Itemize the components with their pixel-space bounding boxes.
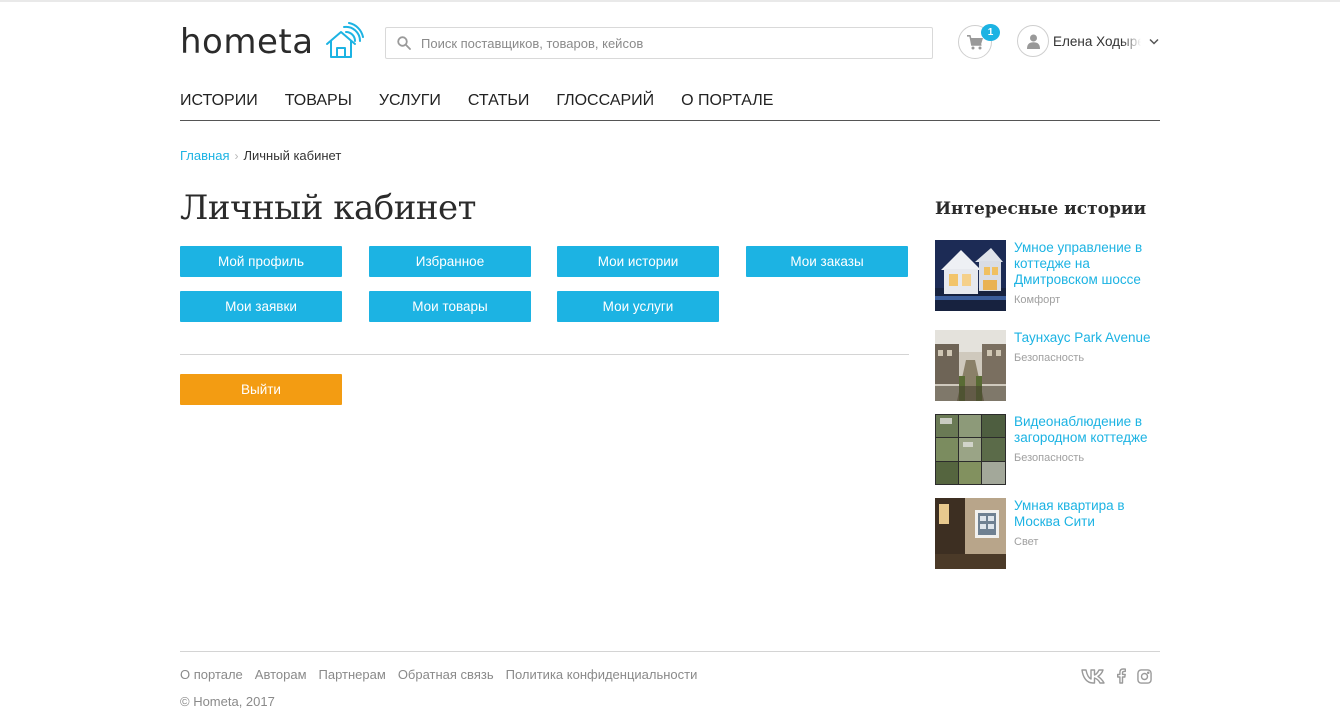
facebook-link[interactable] <box>1114 667 1128 685</box>
story-thumbnail[interactable] <box>935 240 1006 311</box>
user-name[interactable]: Елена Ходырева <box>1053 34 1141 49</box>
search-input[interactable] <box>421 35 901 51</box>
page-title: Личный кабинет <box>180 188 476 228</box>
story-category: Безопасность <box>1014 452 1085 464</box>
breadcrumb-separator: › <box>234 148 239 163</box>
instagram-link[interactable] <box>1136 667 1153 685</box>
cart-icon <box>966 34 983 49</box>
cart-count-badge: 1 <box>981 24 1000 41</box>
search-icon <box>397 36 411 50</box>
nav-item-about[interactable]: О ПОРТАЛЕ <box>681 92 773 110</box>
story-title[interactable]: Видеонаблюдение в загородном коттедже <box>1014 414 1154 446</box>
my-requests-button[interactable]: Мои заявки <box>180 291 342 322</box>
footer-divider <box>180 651 1160 652</box>
avatar[interactable] <box>1017 25 1049 57</box>
story-category: Свет <box>1014 536 1039 548</box>
my-services-button[interactable]: Мои услуги <box>557 291 719 322</box>
top-border <box>0 0 1340 2</box>
logout-button[interactable]: Выйти <box>180 374 342 405</box>
instagram-icon <box>1137 668 1152 684</box>
vk-link[interactable] <box>1081 667 1105 685</box>
nav-item-services[interactable]: УСЛУГИ <box>379 92 441 110</box>
nav-item-glossary[interactable]: ГЛОССАРИЙ <box>556 92 654 110</box>
story-title[interactable]: Умное управление в коттедже на Дмитровск… <box>1014 240 1154 288</box>
facebook-icon <box>1117 668 1126 684</box>
story-title[interactable]: Таунхаус Park Avenue <box>1014 330 1154 346</box>
my-stories-button[interactable]: Мои истории <box>557 246 719 277</box>
footer-link-partners[interactable]: Партнерам <box>319 667 386 682</box>
my-products-button[interactable]: Мои товары <box>369 291 531 322</box>
story-thumbnail[interactable] <box>935 330 1006 401</box>
breadcrumb-current: Личный кабинет <box>243 148 342 163</box>
favorites-button[interactable]: Избранное <box>369 246 531 277</box>
my-orders-button[interactable]: Мои заказы <box>746 246 908 277</box>
logo[interactable]: hometa <box>180 22 364 62</box>
chevron-down-icon[interactable] <box>1149 38 1159 45</box>
story-thumbnail[interactable] <box>935 414 1006 485</box>
user-menu[interactable]: Елена Ходырева <box>1017 25 1159 57</box>
story-item[interactable]: Умная квартира в Москва Сити Свет <box>935 498 1154 569</box>
search-box[interactable] <box>385 27 933 59</box>
my-profile-button[interactable]: Мой профиль <box>180 246 342 277</box>
story-category: Комфорт <box>1014 294 1061 306</box>
main-nav: ИСТОРИИ ТОВАРЫ УСЛУГИ СТАТЬИ ГЛОССАРИЙ О… <box>180 92 800 110</box>
story-title[interactable]: Умная квартира в Москва Сити <box>1014 498 1154 530</box>
sidebar-title: Интересные истории <box>935 199 1147 219</box>
cart-button[interactable]: 1 <box>958 24 1000 59</box>
content-divider <box>180 354 909 355</box>
footer-nav: О портале Авторам Партнерам Обратная свя… <box>180 667 709 682</box>
story-item[interactable]: Таунхаус Park Avenue Безопасность <box>935 330 1154 401</box>
smart-home-icon <box>325 22 364 58</box>
footer-link-privacy[interactable]: Политика конфиденциальности <box>506 667 698 682</box>
footer-link-feedback[interactable]: Обратная связь <box>398 667 494 682</box>
vk-icon <box>1081 669 1105 684</box>
story-item[interactable]: Видеонаблюдение в загородном коттедже Бе… <box>935 414 1154 485</box>
story-thumbnail[interactable] <box>935 498 1006 569</box>
footer-link-about[interactable]: О портале <box>180 667 243 682</box>
nav-divider <box>180 120 1160 121</box>
copyright: © Hometa, 2017 <box>180 694 275 709</box>
story-category: Безопасность <box>1014 352 1085 364</box>
nav-item-stories[interactable]: ИСТОРИИ <box>180 92 258 110</box>
user-icon <box>1026 34 1040 49</box>
nav-item-articles[interactable]: СТАТЬИ <box>468 92 529 110</box>
nav-item-products[interactable]: ТОВАРЫ <box>285 92 352 110</box>
breadcrumb: Главная › Личный кабинет <box>180 148 341 163</box>
breadcrumb-home-link[interactable]: Главная <box>180 148 229 163</box>
footer-link-authors[interactable]: Авторам <box>255 667 307 682</box>
logo-text: hometa <box>180 22 314 62</box>
story-item[interactable]: Умное управление в коттедже на Дмитровск… <box>935 240 1154 311</box>
